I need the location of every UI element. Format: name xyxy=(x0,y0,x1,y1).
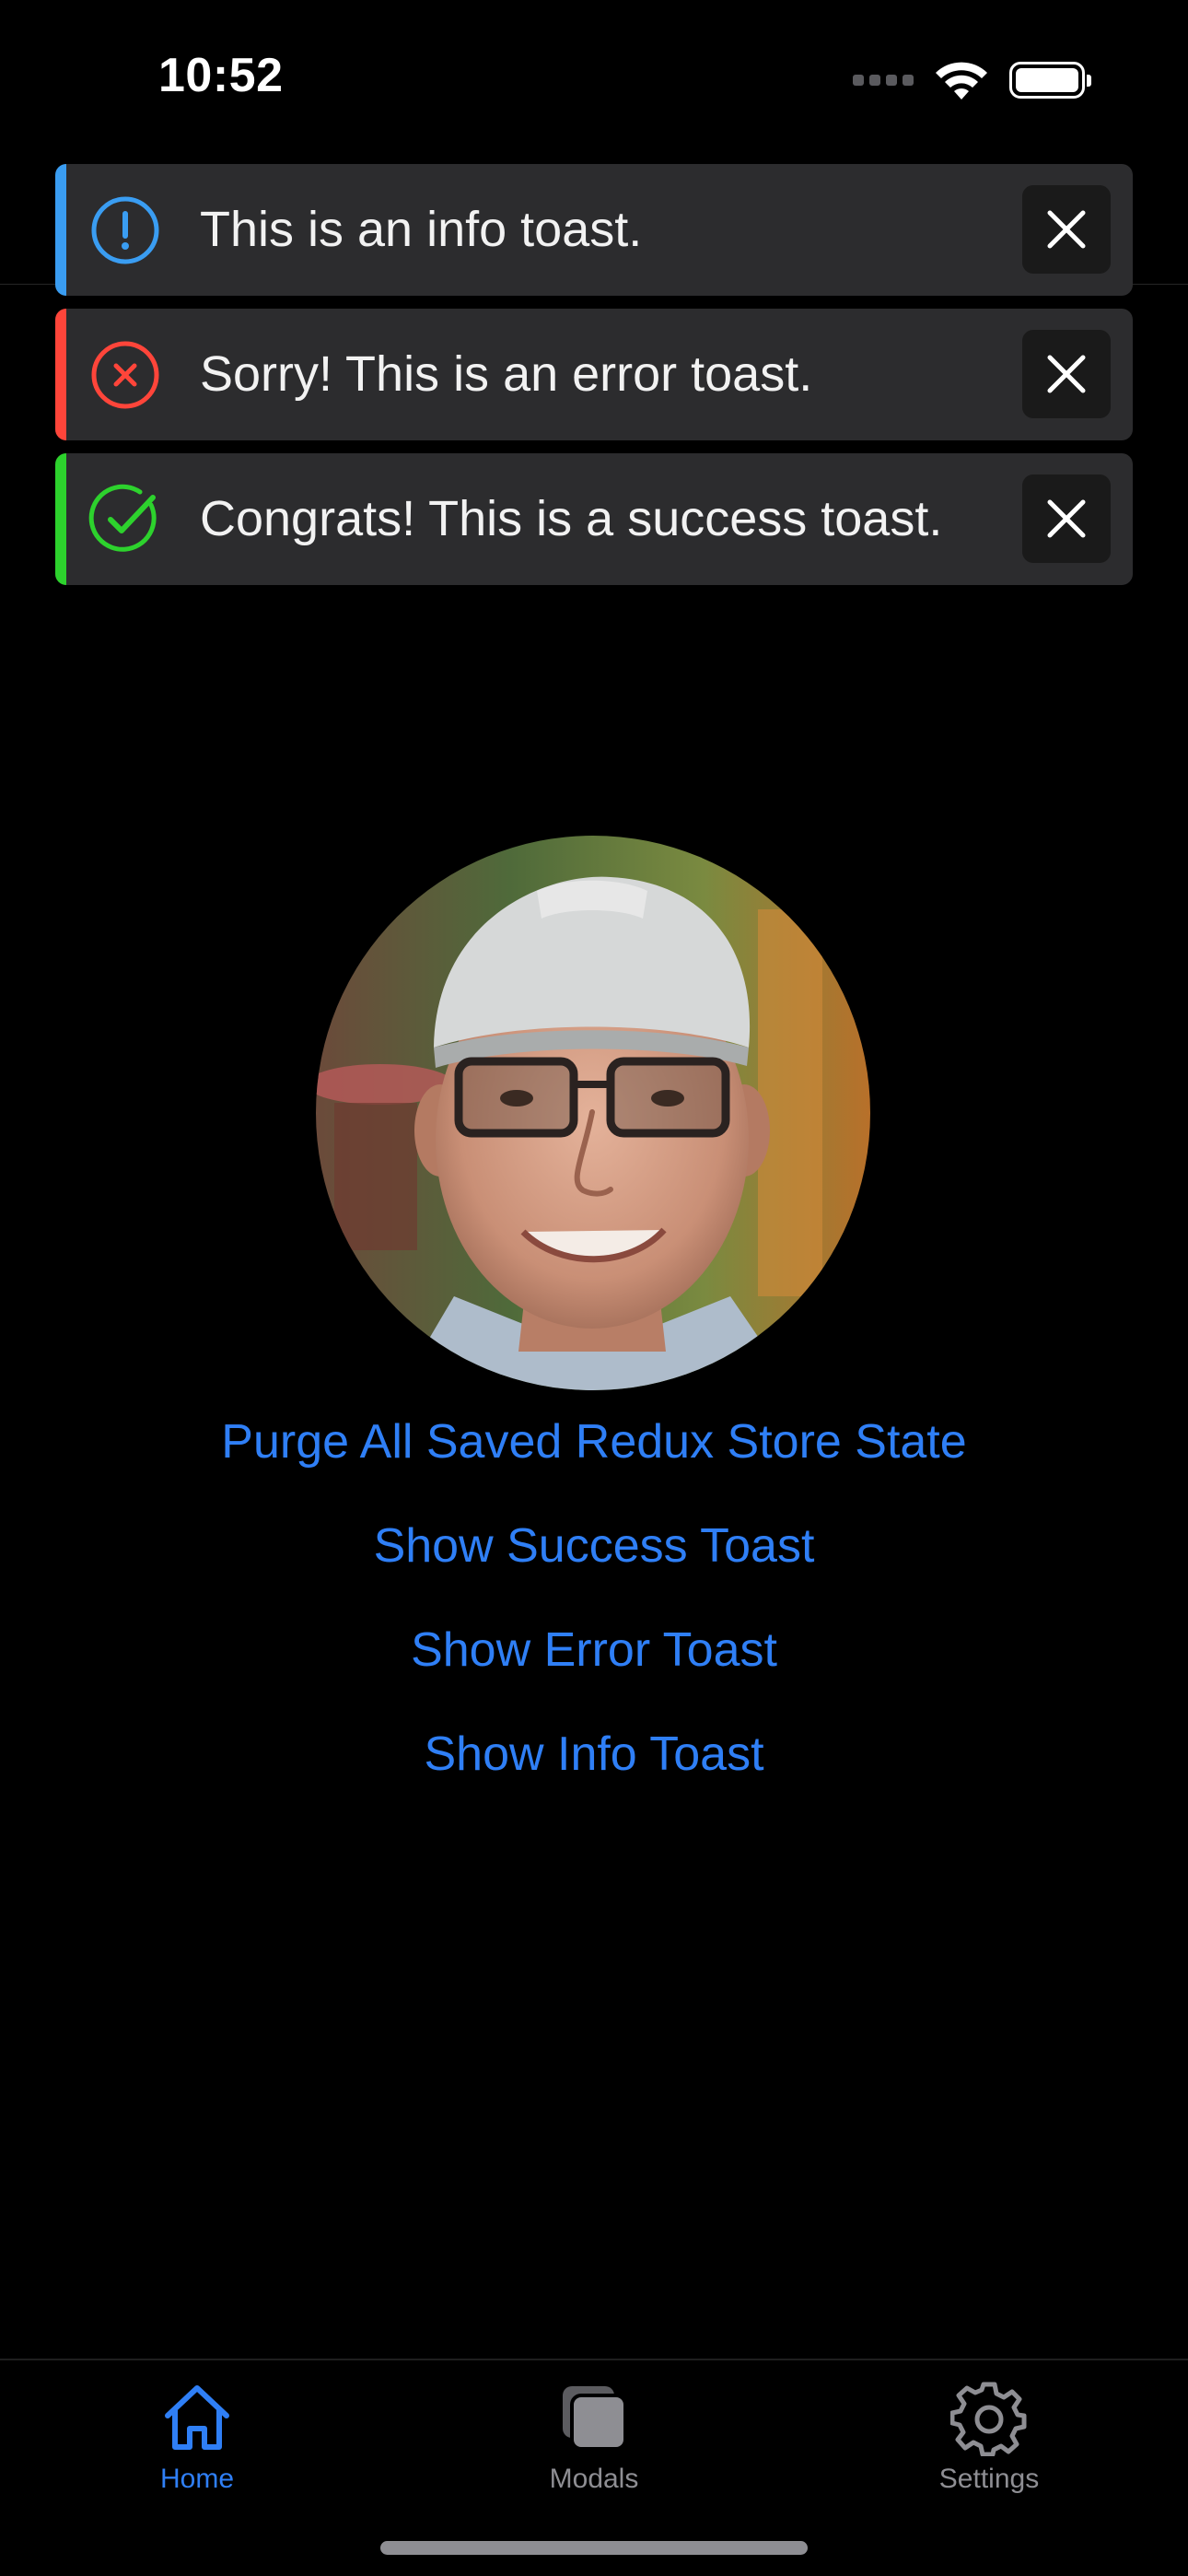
tab-settings[interactable]: Settings xyxy=(874,2379,1104,2495)
toast-accent-bar xyxy=(55,453,66,585)
x-circle-icon xyxy=(91,341,159,409)
purge-state-button[interactable]: Purge All Saved Redux Store State xyxy=(0,1412,1188,1471)
home-indicator[interactable] xyxy=(380,2541,808,2555)
toast-accent-bar xyxy=(55,309,66,440)
tab-label: Home xyxy=(159,2464,235,2494)
toast-message: Congrats! This is a success toast. xyxy=(200,491,943,546)
wifi-icon xyxy=(936,62,987,100)
profile-avatar xyxy=(316,836,870,1390)
tab-label: Modals xyxy=(549,2464,639,2494)
info-toast: This is an info toast. xyxy=(55,164,1133,296)
toast-message: Sorry! This is an error toast. xyxy=(200,346,813,402)
status-bar: 10:52 xyxy=(0,0,1188,157)
success-toast: Congrats! This is a success toast. xyxy=(55,453,1133,585)
close-icon xyxy=(1047,499,1086,538)
status-icons xyxy=(853,57,1091,103)
exclamation-circle-icon xyxy=(91,196,159,264)
close-icon xyxy=(1047,355,1086,393)
check-circle-icon xyxy=(88,484,157,552)
tab-label: Settings xyxy=(938,2464,1040,2494)
close-icon xyxy=(1047,210,1086,249)
toast-accent-bar xyxy=(55,164,66,296)
gear-icon xyxy=(950,2382,1027,2456)
error-toast: Sorry! This is an error toast. xyxy=(55,309,1133,440)
show-info-toast-button[interactable]: Show Info Toast xyxy=(0,1725,1188,1784)
close-toast-button[interactable] xyxy=(1022,474,1111,563)
house-icon xyxy=(165,2385,229,2450)
close-toast-button[interactable] xyxy=(1022,330,1111,418)
close-toast-button[interactable] xyxy=(1022,185,1111,274)
stacked-squares-icon xyxy=(563,2386,627,2451)
tab-modals[interactable]: Modals xyxy=(479,2379,709,2495)
show-error-toast-button[interactable]: Show Error Toast xyxy=(0,1621,1188,1680)
status-time: 10:52 xyxy=(158,49,284,102)
tab-home[interactable]: Home xyxy=(82,2379,312,2495)
cellular-signal-icon xyxy=(853,75,914,86)
show-success-toast-button[interactable]: Show Success Toast xyxy=(0,1516,1188,1575)
toast-message: This is an info toast. xyxy=(200,202,643,257)
battery-icon xyxy=(1009,62,1091,99)
